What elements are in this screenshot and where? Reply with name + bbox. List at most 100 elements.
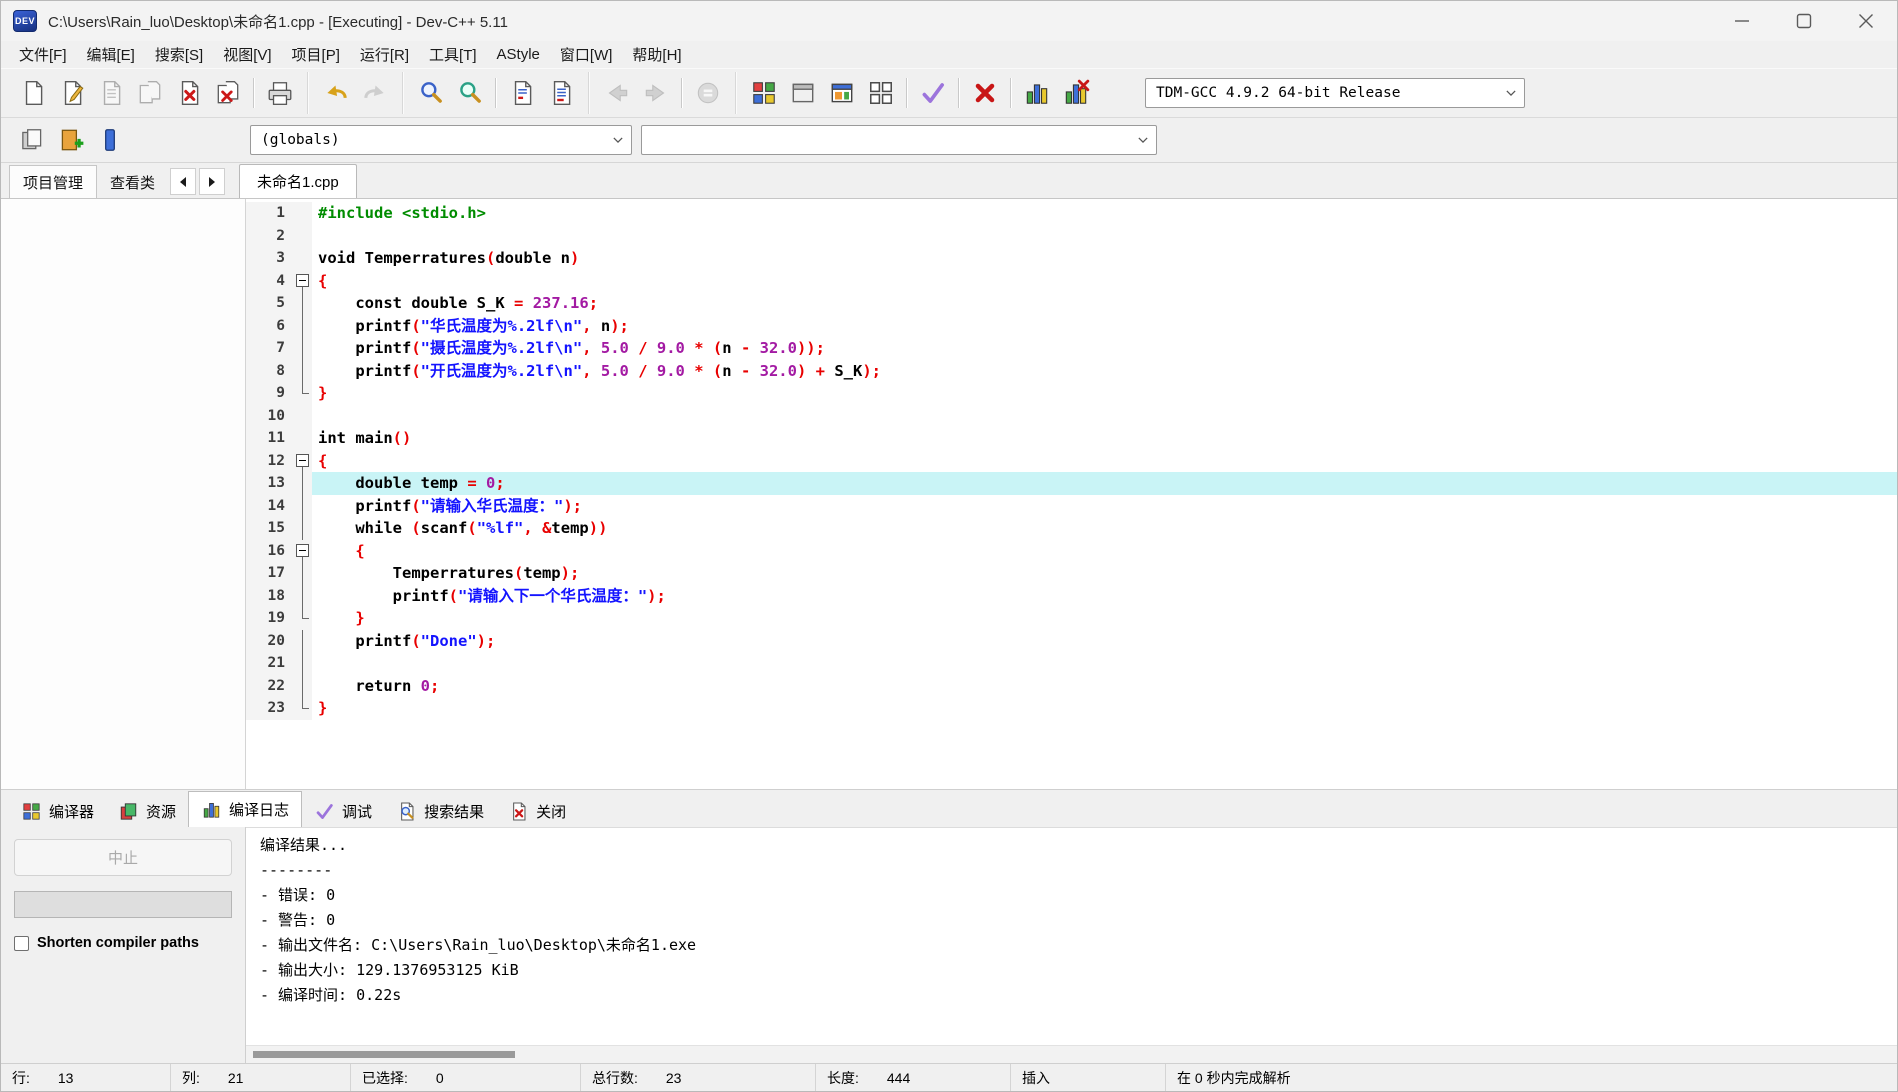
toggle-bookmark-button[interactable] <box>52 122 89 159</box>
code-line[interactable]: 2 <box>246 224 1897 247</box>
save-button[interactable] <box>92 75 129 112</box>
tab-class-viewer[interactable]: 查看类 <box>97 167 168 198</box>
line-number[interactable]: 17 <box>246 562 294 585</box>
replace-button[interactable] <box>503 75 540 112</box>
scrollbar-thumb[interactable] <box>253 1051 515 1058</box>
code-line[interactable]: 20 printf("Done"); <box>246 629 1897 652</box>
debug-button[interactable] <box>914 75 951 112</box>
tab-resources[interactable]: 资源 <box>106 795 188 827</box>
menu-item[interactable]: 搜索[S] <box>145 41 213 68</box>
stop-execution-button[interactable] <box>966 75 1003 112</box>
line-number[interactable]: 11 <box>246 427 294 450</box>
undo-button[interactable] <box>317 75 354 112</box>
goto-bookmark-button[interactable] <box>91 122 128 159</box>
code-line[interactable]: 16 { <box>246 539 1897 562</box>
code-editor[interactable]: 1 #include <stdio.h> 2 3 void Temperratures(… <box>246 199 1897 789</box>
close-button[interactable] <box>1835 1 1897 41</box>
profile-analysis-button[interactable] <box>1018 75 1055 112</box>
code-line[interactable]: 15 while (scanf("%lf", &temp)) <box>246 517 1897 540</box>
menu-item[interactable]: 文件[F] <box>9 41 77 68</box>
goto-back-button[interactable] <box>598 75 635 112</box>
project-manager-panel[interactable] <box>1 199 246 789</box>
line-number[interactable]: 12 <box>246 449 294 472</box>
line-number[interactable]: 7 <box>246 337 294 360</box>
line-number[interactable]: 8 <box>246 359 294 382</box>
line-number[interactable]: 13 <box>246 472 294 495</box>
tab-compiler[interactable]: 编译器 <box>9 795 106 827</box>
abort-compile-button[interactable] <box>689 75 726 112</box>
compile-and-run-button[interactable] <box>823 75 860 112</box>
code-line[interactable]: 1 #include <stdio.h> <box>246 202 1897 225</box>
line-number[interactable]: 14 <box>246 494 294 517</box>
code-line[interactable]: 5 const double S_K = 237.16; <box>246 292 1897 315</box>
tab-close[interactable]: 关闭 <box>496 795 578 827</box>
code-line[interactable]: 8 printf("开氏温度为%.2lf\n", 5.0 / 9.0 * (n … <box>246 359 1897 382</box>
code-line[interactable]: 21 <box>246 652 1897 675</box>
find-in-files-button[interactable] <box>451 75 488 112</box>
shorten-paths-option[interactable]: Shorten compiler paths <box>14 935 232 951</box>
code-line[interactable]: 19 } <box>246 607 1897 630</box>
code-line[interactable]: 4{ <box>246 269 1897 292</box>
menu-item[interactable]: 项目[P] <box>282 41 350 68</box>
code-line[interactable]: 12 { <box>246 449 1897 472</box>
abort-button[interactable]: 中止 <box>14 839 232 876</box>
compile-button[interactable] <box>745 75 782 112</box>
tab-search-results[interactable]: 搜索结果 <box>384 795 496 827</box>
scope-select[interactable]: (globals) <box>250 125 632 155</box>
tab-scroll-left-button[interactable] <box>170 168 197 195</box>
line-number[interactable]: 21 <box>246 652 294 675</box>
shorten-paths-checkbox[interactable] <box>14 935 29 951</box>
members-select[interactable] <box>641 125 1157 155</box>
editor-tab-file[interactable]: 未命名1.cpp <box>239 164 357 198</box>
delete-profiling-button[interactable] <box>1057 75 1094 112</box>
menu-item[interactable]: AStyle <box>487 43 550 66</box>
save-all-button[interactable] <box>131 75 168 112</box>
line-number[interactable]: 1 <box>246 202 294 225</box>
maximize-button[interactable] <box>1773 1 1835 41</box>
tab-debug[interactable]: 调试 <box>302 795 384 827</box>
log-horizontal-scrollbar[interactable] <box>246 1045 1897 1063</box>
redo-button[interactable] <box>356 75 393 112</box>
code-line[interactable]: 11 int main() <box>246 427 1897 450</box>
code-line[interactable]: 7 printf("摄氏温度为%.2lf\n", 5.0 / 9.0 * (n … <box>246 337 1897 360</box>
insert-snippet-button[interactable] <box>13 122 50 159</box>
line-number[interactable]: 2 <box>246 224 294 247</box>
line-number[interactable]: 18 <box>246 584 294 607</box>
menu-item[interactable]: 运行[R] <box>350 41 419 68</box>
replace-all-button[interactable] <box>542 75 579 112</box>
line-number[interactable]: 4 <box>246 269 294 292</box>
menu-item[interactable]: 窗口[W] <box>550 41 623 68</box>
line-number[interactable]: 9 <box>246 382 294 405</box>
goto-forward-button[interactable] <box>637 75 674 112</box>
code-line[interactable]: 22 return 0; <box>246 674 1897 697</box>
fold-toggle-icon[interactable] <box>294 539 312 562</box>
find-button[interactable] <box>412 75 449 112</box>
code-line[interactable]: 23} <box>246 697 1897 720</box>
line-number[interactable]: 5 <box>246 292 294 315</box>
code-line[interactable]: 17 Temperratures(temp); <box>246 562 1897 585</box>
code-line[interactable]: 13 double temp = 0; <box>246 472 1897 495</box>
fold-toggle-icon[interactable] <box>294 269 312 292</box>
menu-item[interactable]: 视图[V] <box>213 41 281 68</box>
menu-item[interactable]: 工具[T] <box>419 41 487 68</box>
line-number[interactable]: 3 <box>246 247 294 270</box>
line-number[interactable]: 16 <box>246 539 294 562</box>
code-line[interactable]: 3 void Temperratures(double n) <box>246 247 1897 270</box>
new-source-button[interactable] <box>14 75 51 112</box>
menu-item[interactable]: 编辑[E] <box>77 41 145 68</box>
line-number[interactable]: 23 <box>246 697 294 720</box>
line-number[interactable]: 15 <box>246 517 294 540</box>
code-line[interactable]: 9} <box>246 382 1897 405</box>
tab-scroll-right-button[interactable] <box>199 168 226 195</box>
menu-item[interactable]: 帮助[H] <box>622 41 691 68</box>
print-button[interactable] <box>261 75 298 112</box>
tab-project-manager[interactable]: 项目管理 <box>9 165 98 198</box>
rebuild-all-button[interactable] <box>862 75 899 112</box>
code-line[interactable]: 6 printf("华氏温度为%.2lf\n", n); <box>246 314 1897 337</box>
line-number[interactable]: 6 <box>246 314 294 337</box>
close-button[interactable] <box>170 75 207 112</box>
run-button[interactable] <box>784 75 821 112</box>
line-number[interactable]: 22 <box>246 674 294 697</box>
close-all-button[interactable] <box>209 75 246 112</box>
code-line[interactable]: 10 <box>246 404 1897 427</box>
